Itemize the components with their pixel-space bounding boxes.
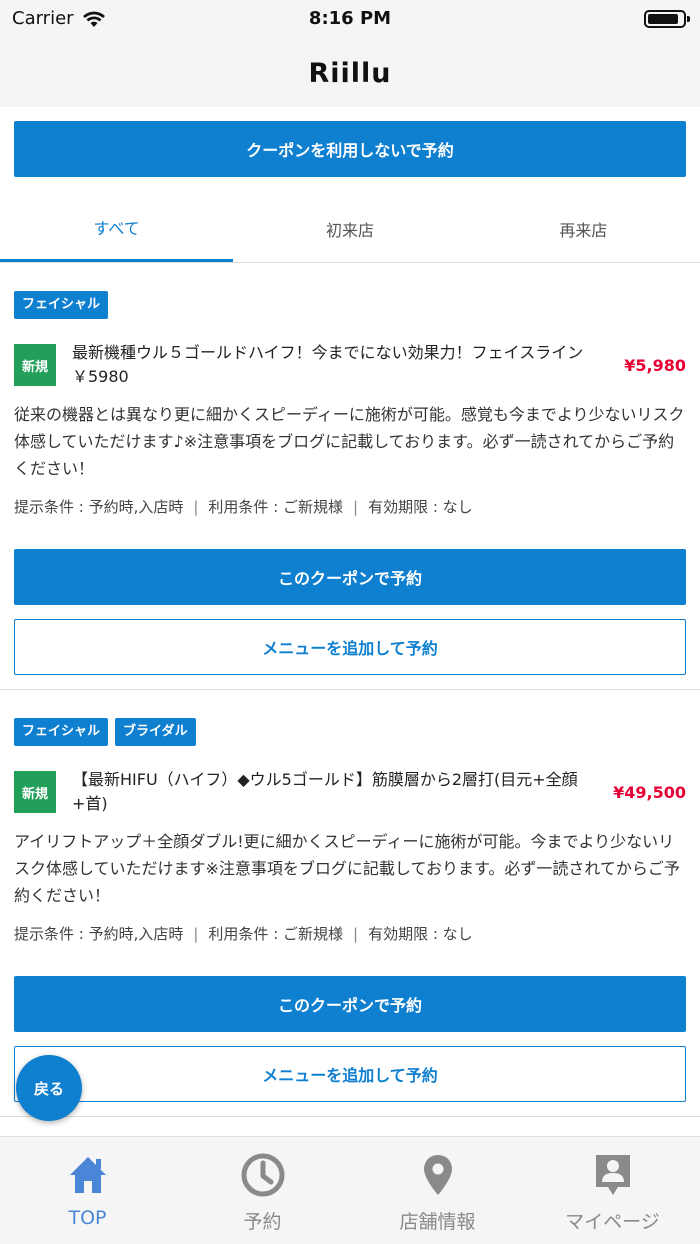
clock-icon — [241, 1153, 284, 1197]
coupon-price: ¥49,500 — [613, 782, 686, 802]
category-tag: フェイシャル — [14, 291, 109, 319]
coupon-conditions: 提示条件 : 予約時,入店時 | 利用条件 : ご新規様 | 有効期限 : なし — [0, 909, 700, 944]
coupon-title: 最新機種ウル５ゴールドハイフ！今までにない効果力！フェイスライン￥5980 — [72, 343, 584, 386]
coupon-tags: フェイシャル ブライダル — [0, 690, 700, 746]
navigation-bar: Riillu — [0, 40, 700, 107]
coupon-card: フェイシャル ブライダル 新規 【最新HIFU（ハイフ）◆ウル5ゴールド】筋膜層… — [0, 690, 700, 1117]
coupon-description: アイリフトアップ＋全顔ダブル!更に細かくスピーディーに施術が可能。今までより少な… — [14, 832, 680, 905]
reserve-with-coupon-button[interactable]: このクーポンで予約 — [14, 549, 686, 605]
tab-bar-reserve[interactable]: 予約 — [175, 1137, 350, 1244]
add-menu-reserve-button[interactable]: メニューを追加して予約 — [14, 619, 686, 675]
back-button[interactable]: 戻る — [16, 1055, 82, 1121]
new-customer-badge: 新規 — [14, 771, 56, 813]
usage-condition: 利用条件 : ご新規様 — [208, 925, 344, 943]
home-icon — [69, 1157, 106, 1193]
status-bar: Carrier 8:16 PM — [0, 0, 700, 40]
divider: | — [193, 925, 199, 943]
new-customer-badge: 新規 — [14, 344, 56, 386]
page-title: Riillu — [308, 58, 392, 89]
coupon-description: 従来の機器とは異なり更に細かくスピーディーに施術が可能。感覚も今までより少ないリ… — [14, 405, 685, 478]
coupon-title-row: 新規 最新機種ウル５ゴールドハイフ！今までにない効果力！フェイスライン￥5980… — [0, 319, 700, 389]
expiry-condition: 有効期限 : なし — [368, 498, 473, 516]
coupon-tags: フェイシャル — [0, 263, 700, 319]
usage-condition: 利用条件 : ご新規様 — [208, 498, 344, 516]
tab-bar-store-info[interactable]: 店舗情報 — [350, 1137, 525, 1244]
divider: | — [353, 925, 359, 943]
coupon-price: ¥5,980 — [624, 355, 686, 375]
status-time: 8:16 PM — [308, 8, 392, 29]
tab-bar-label: マイページ — [565, 1211, 660, 1233]
presentation-condition: 提示条件 : 予約時,入店時 — [14, 498, 184, 516]
tab-first-visit[interactable]: 初来店 — [233, 195, 466, 262]
tab-return-visit[interactable]: 再来店 — [467, 195, 700, 262]
tab-bar-label: 予約 — [243, 1211, 282, 1233]
category-tag: フェイシャル — [14, 718, 109, 746]
divider: | — [193, 498, 199, 516]
bottom-tab-bar: TOP 予約 店舗情報 マイページ — [0, 1136, 700, 1244]
coupon-title: 【最新HIFU（ハイフ）◆ウル5ゴールド】筋膜層から2層打(目元+全顔+首) — [72, 770, 578, 813]
user-badge-icon — [595, 1155, 630, 1195]
category-tag: ブライダル — [115, 718, 196, 746]
presentation-condition: 提示条件 : 予約時,入店時 — [14, 925, 184, 943]
coupon-title-row: 新規 【最新HIFU（ハイフ）◆ウル5ゴールド】筋膜層から2層打(目元+全顔+首… — [0, 746, 700, 816]
divider: | — [353, 498, 359, 516]
tab-bar-label: 店舗情報 — [399, 1211, 476, 1233]
expiry-condition: 有効期限 : なし — [368, 925, 473, 943]
tab-bar-top[interactable]: TOP — [0, 1137, 175, 1244]
battery-icon — [644, 10, 690, 28]
tab-bar-mypage[interactable]: マイページ — [525, 1137, 700, 1244]
coupon-card: フェイシャル 新規 最新機種ウル５ゴールドハイフ！今までにない効果力！フェイスラ… — [0, 263, 700, 690]
coupon-list-view[interactable]: クーポンを利用しないで予約 すべて 初来店 再来店 フェイシャル 新規 最新機種… — [0, 107, 700, 1136]
coupon-filter-tabs: すべて 初来店 再来店 — [0, 195, 700, 263]
coupon-conditions: 提示条件 : 予約時,入店時 | 利用条件 : ご新規様 | 有効期限 : なし — [0, 482, 700, 517]
tab-all[interactable]: すべて — [0, 195, 234, 262]
reserve-with-coupon-button[interactable]: このクーポンで予約 — [14, 976, 686, 1032]
map-pin-icon — [423, 1155, 452, 1195]
add-menu-reserve-button[interactable]: メニューを追加して予約 — [14, 1046, 686, 1102]
tab-bar-label: TOP — [68, 1207, 107, 1229]
reserve-without-coupon-button[interactable]: クーポンを利用しないで予約 — [14, 121, 686, 177]
